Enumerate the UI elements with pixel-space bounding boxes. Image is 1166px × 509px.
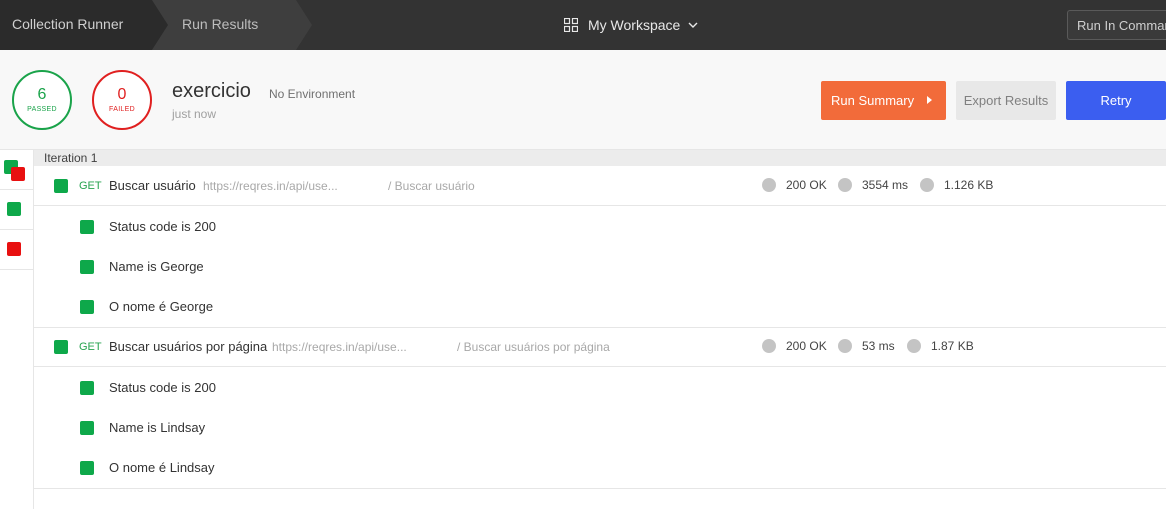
failed-label: FAILED [109,106,135,113]
request-path: / Buscar usuário [388,179,475,193]
test-name: Status code is 200 [109,219,216,234]
size-dot-icon [907,339,921,353]
retry-button[interactable]: Retry [1066,81,1166,120]
test-result-row: Name is George [34,247,1166,287]
environment-label: No Environment [269,87,356,101]
export-results-button[interactable]: Export Results [956,81,1056,120]
test-name: O nome é George [109,299,214,314]
pass-status-icon [80,381,94,395]
response-size-label: 1.87 KB [931,339,974,353]
request-url: https://reqres.in/api/use... [272,340,407,354]
time-dot-icon [838,339,852,353]
response-status: 200 OK [762,178,827,192]
failed-count: 0 [117,86,127,103]
collection-name: exercicio [172,80,251,102]
response-size: 1.87 KB [907,339,974,353]
rail-pass-filter[interactable] [0,190,34,230]
pass-status-icon [7,202,21,216]
chevron-down-icon [688,22,698,28]
test-name: Name is Lindsay [109,420,206,435]
iteration-header: Iteration 1 [34,150,1166,166]
test-result-row: Name is Lindsay [34,408,1166,448]
breadcrumb-collection-runner[interactable]: Collection Runner [0,0,168,50]
run-summary-button[interactable]: Run Summary [821,81,946,120]
status-dot-icon [762,339,776,353]
test-name: Status code is 200 [109,380,216,395]
pass-status-icon [80,421,94,435]
status-dot-icon [762,178,776,192]
response-status: 200 OK [762,339,827,353]
breadcrumb-run-results-label: Run Results [182,16,259,32]
divider [34,488,1166,489]
response-time-label: 3554 ms [862,178,909,192]
test-result-row: O nome é George [34,287,1166,327]
request-method: GET [79,180,102,192]
response-status-label: 200 OK [786,339,827,353]
run-summary-header: 6 PASSED 0 FAILED exercicio No Environme… [0,50,1166,150]
breadcrumb-run-results[interactable]: Run Results [152,0,312,50]
request-name: Buscar usuários por página [109,339,268,354]
fail-status-icon [7,242,21,256]
request-row[interactable]: GET Buscar usuário https://reqres.in/api… [34,166,1166,206]
response-size-label: 1.126 KB [944,178,994,192]
failed-counter: 0 FAILED [92,70,152,130]
pass-status-icon [80,260,94,274]
grid-icon [564,18,578,32]
workspace-selector[interactable]: My Workspace [564,14,698,36]
request-method: GET [79,341,102,353]
fail-status-icon [11,167,25,181]
passed-counter: 6 PASSED [12,70,72,130]
request-url: https://reqres.in/api/use... [203,179,338,193]
test-name: Name is George [109,259,204,274]
pass-status-icon [80,461,94,475]
pass-status-icon [80,220,94,234]
pass-status-icon [54,179,68,193]
test-result-row: O nome é Lindsay [34,448,1166,488]
rail-fail-filter[interactable] [0,230,34,270]
test-result-row: Status code is 200 [34,207,1166,247]
passed-label: PASSED [27,106,57,113]
run-time: just now [172,107,217,121]
iteration-label: Iteration 1 [44,151,98,165]
time-dot-icon [838,178,852,192]
passed-count: 6 [37,86,47,103]
response-size: 1.126 KB [920,178,993,192]
request-row[interactable]: GET Buscar usuários por página https://r… [34,327,1166,367]
response-status-label: 200 OK [786,178,827,192]
response-time-label: 53 ms [862,339,895,353]
pass-status-icon [80,300,94,314]
response-time: 53 ms [838,339,895,353]
run-in-command-line-button[interactable]: Run In Command Line [1067,10,1166,40]
run-summary-label: Run Summary [831,93,915,108]
rail-iteration-item[interactable] [0,150,34,190]
iteration-rail [0,150,34,509]
top-bar: Collection Runner Run Results My Workspa… [0,0,1166,50]
workspace-label: My Workspace [588,17,681,33]
size-dot-icon [920,178,934,192]
request-path: / Buscar usuários por página [457,340,610,354]
response-time: 3554 ms [838,178,908,192]
test-name: O nome é Lindsay [109,460,215,475]
pass-status-icon [54,340,68,354]
caret-right-icon [927,96,932,104]
test-result-row: Status code is 200 [34,368,1166,408]
breadcrumb-collection-runner-label: Collection Runner [12,16,124,32]
request-name: Buscar usuário [109,178,196,193]
